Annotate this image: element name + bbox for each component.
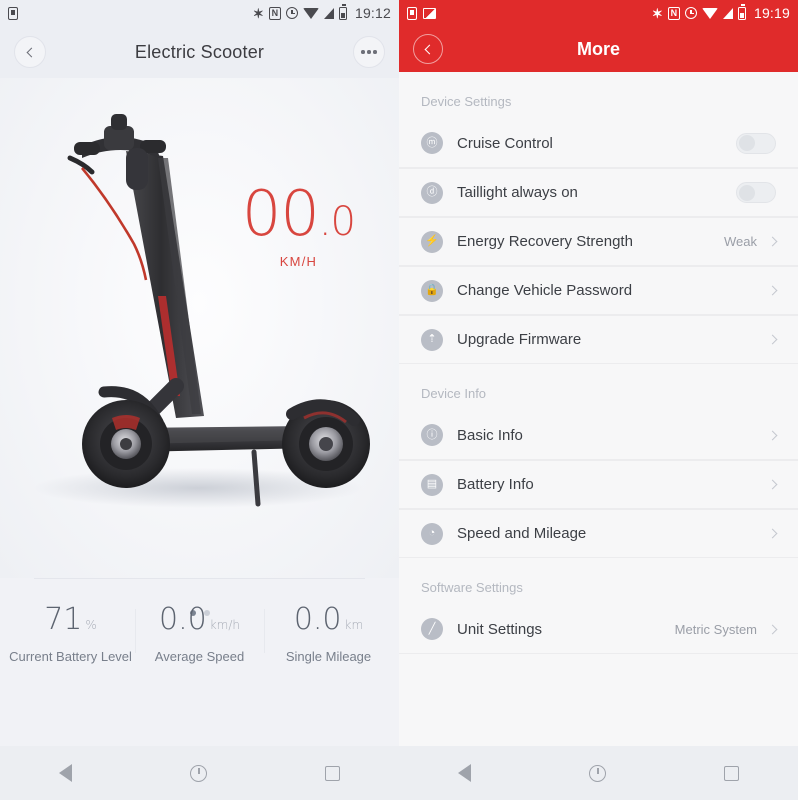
section-device-settings: Device Settings ⓜ Cruise Control ⓓ Taill…: [399, 72, 798, 364]
taillight-icon: ⓓ: [421, 181, 443, 204]
signal-icon: [323, 7, 334, 19]
stat-average-speed: 0.0 km/h Average Speed: [135, 605, 264, 664]
scooter-illustration: [33, 114, 370, 508]
stat-value: 71%: [44, 602, 97, 637]
taillight-toggle[interactable]: [736, 182, 776, 203]
battery-icon: [338, 4, 347, 20]
alarm-icon: [285, 7, 298, 19]
battery-info-icon: ▤: [421, 473, 443, 496]
setting-value: Weak: [724, 234, 757, 249]
chevron-right-icon: [767, 479, 778, 490]
right-screen-more-settings: ✶ N 19:19 More Device Settings ⓜ Cruise …: [399, 0, 798, 800]
back-chevron-icon: [26, 47, 37, 57]
nav-group-left: [0, 746, 399, 800]
chevron-right-icon: [767, 624, 778, 634]
bluetooth-icon: ✶: [651, 5, 663, 21]
setting-row-upgrade-firmware[interactable]: ⇡ Upgrade Firmware: [399, 315, 798, 364]
setting-row-energy-recovery[interactable]: ⚡ Energy Recovery Strength Weak: [399, 217, 798, 266]
stat-unit: km: [344, 618, 364, 632]
stat-single-mileage: 0.0 km Single Mileage: [264, 605, 393, 664]
nfc-icon: N: [667, 6, 680, 20]
page-title: More: [576, 38, 620, 59]
gauge-icon: ◔: [421, 522, 443, 545]
more-options-button[interactable]: [353, 36, 385, 68]
lock-icon: 🔒: [421, 279, 443, 302]
setting-label: Energy Recovery Strength: [457, 233, 633, 250]
page-title: Electric Scooter: [134, 41, 265, 62]
stat-label: Average Speed: [154, 649, 245, 664]
stats-row: 71% Current Battery Level 0.0 km/h Averag…: [0, 579, 399, 665]
cruise-control-toggle[interactable]: [736, 132, 776, 154]
nfc-icon: N: [268, 6, 281, 20]
stat-value: 0.0 km/h: [158, 602, 240, 637]
chevron-right-icon: [767, 285, 778, 296]
nav-group-right: [399, 746, 798, 800]
section-title: Device Info: [421, 386, 487, 401]
android-navigation-bar: [0, 746, 798, 800]
left-app-header: Electric Scooter: [0, 26, 399, 78]
wifi-icon: [701, 7, 718, 19]
nav-home-icon[interactable]: [190, 764, 207, 782]
simcard-icon: [8, 6, 18, 20]
setting-label: Battery Info: [457, 476, 534, 493]
setting-label: Basic Info: [457, 426, 523, 444]
status-time-left: 19:12: [354, 5, 391, 21]
signal-icon: [722, 7, 733, 19]
setting-row-taillight[interactable]: ⓓ Taillight always on: [399, 168, 798, 217]
battery-icon: [737, 4, 746, 20]
section-title: Software Settings: [421, 580, 523, 595]
wifi-icon: [302, 7, 319, 19]
setting-label: Upgrade Firmware: [457, 331, 582, 348]
setting-label: Cruise Control: [457, 134, 553, 152]
chevron-right-icon: [767, 430, 778, 440]
status-bar-left: ✶ N 19:12: [0, 0, 399, 26]
stat-value: 0.0 km: [293, 602, 364, 637]
stat-label: Current Battery Level: [9, 649, 132, 664]
setting-label: Change Vehicle Password: [457, 282, 633, 299]
chevron-right-icon: [767, 528, 778, 539]
bolt-icon: ⚡: [421, 230, 443, 253]
nav-back-icon[interactable]: [59, 764, 72, 782]
section-software-settings: Software Settings ╱ Unit Settings Metric…: [399, 558, 798, 654]
info-icon: ⓘ: [421, 424, 443, 446]
scooter-stage: 00.0 KM/H: [0, 78, 399, 616]
setting-label: Unit Settings: [457, 620, 543, 638]
left-screen-electric-scooter: ✶ N 19:12 Electric Scooter 00.0 KM/H 71 …: [0, 0, 399, 800]
photo-icon: [423, 7, 436, 19]
setting-value: Metric System: [674, 621, 757, 637]
setting-row-speed-and-mileage[interactable]: ◔ Speed and Mileage: [399, 509, 798, 558]
setting-label: Taillight always on: [457, 184, 578, 201]
setting-row-battery-info[interactable]: ▤ Battery Info: [399, 460, 798, 509]
status-bar-right: ✶ N 19:19: [399, 0, 798, 26]
status-time-right: 19:19: [753, 5, 790, 21]
setting-label: Speed and Mileage: [457, 525, 587, 542]
speedometer-icon: ⓜ: [421, 132, 443, 154]
alarm-icon: [684, 7, 697, 19]
stat-unit: %: [85, 618, 97, 632]
nav-home-icon[interactable]: [589, 764, 606, 782]
more-options-icon: [361, 50, 377, 54]
setting-row-unit-settings[interactable]: ╱ Unit Settings Metric System: [399, 605, 798, 654]
stat-label: Single Mileage: [285, 649, 372, 664]
section-title: Device Settings: [421, 94, 512, 109]
chevron-right-icon: [767, 334, 778, 345]
stat-battery-level: 71% Current Battery Level: [6, 602, 135, 665]
right-app-header: More: [399, 26, 798, 72]
chevron-right-icon: [767, 236, 778, 247]
nav-back-icon[interactable]: [458, 764, 471, 782]
bluetooth-icon: ✶: [252, 5, 264, 21]
dual-screenshot-container: ✶ N 19:12 Electric Scooter 00.0 KM/H 71 …: [0, 0, 798, 800]
setting-row-cruise-control[interactable]: ⓜ Cruise Control: [399, 119, 798, 168]
section-device-info: Device Info ⓘ Basic Info ▤ Battery Info …: [399, 364, 798, 558]
nav-recents-icon[interactable]: [724, 765, 739, 781]
simcard-icon: [407, 6, 417, 20]
upgrade-icon: ⇡: [421, 328, 443, 351]
ruler-icon: ╱: [421, 618, 443, 640]
setting-row-basic-info[interactable]: ⓘ Basic Info: [399, 411, 798, 460]
nav-recents-icon[interactable]: [325, 765, 340, 781]
stat-unit: km/h: [209, 618, 240, 632]
back-button[interactable]: [14, 36, 46, 68]
setting-row-change-password[interactable]: 🔒 Change Vehicle Password: [399, 266, 798, 315]
